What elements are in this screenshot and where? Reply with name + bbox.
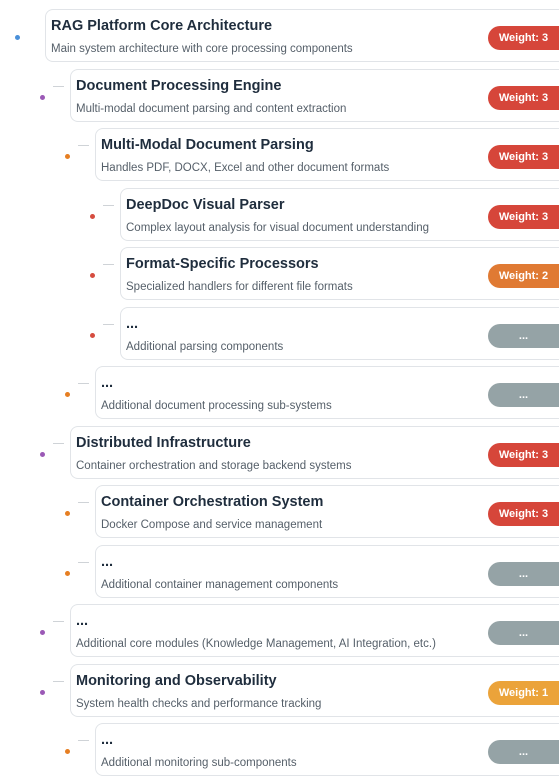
node-description: Complex layout analysis for visual docum… <box>126 221 429 234</box>
level-3-dot <box>90 273 95 278</box>
node-title: Document Processing Engine <box>76 77 282 94</box>
node-title: ... <box>101 732 114 748</box>
weight-badge: Weight: 3 <box>488 26 559 50</box>
tree-node-card[interactable]: Container Orchestration System Docker Com… <box>95 485 559 538</box>
level-3-dot <box>90 213 95 219</box>
node-description: Additional parsing components <box>126 340 284 353</box>
tree-connector <box>103 323 114 325</box>
tree-node-card[interactable]: Document Processing Engine Multi-modal do… <box>70 68 559 122</box>
node-title: RAG Platform Core Architecture <box>51 18 273 34</box>
level-1-dot <box>40 689 45 695</box>
node-title: ... <box>76 613 89 629</box>
weight-badge: Weight: 3 <box>488 502 559 526</box>
node-title: Monitoring and Observability <box>76 672 277 689</box>
tree-connector <box>78 502 89 503</box>
level-2-dot <box>65 154 70 159</box>
more-badge: ... <box>488 621 559 645</box>
more-badge: ... <box>488 323 559 348</box>
tree-node-card[interactable]: ... Additional monitoring sub-components.… <box>95 723 559 776</box>
more-badge: ... <box>488 383 559 407</box>
tree-node-card[interactable]: ... Additional core modules (Knowledge Ma… <box>70 604 559 657</box>
node-title: Multi-Modal Document Parsing <box>101 137 314 153</box>
node-title: Container Orchestration System <box>101 494 324 510</box>
node-description: Handles PDF, DOCX, Excel and other docum… <box>101 162 390 174</box>
tree-connector <box>103 204 114 206</box>
weight-badge: Weight: 3 <box>488 442 559 467</box>
node-title: DeepDoc Visual Parser <box>126 196 285 213</box>
level-1-dot <box>40 451 45 457</box>
level-2-dot <box>65 570 70 576</box>
node-title: ... <box>101 553 114 570</box>
level-2-dot <box>65 511 70 516</box>
tree-connector <box>103 264 114 265</box>
node-description: Container orchestration and storage back… <box>76 459 352 472</box>
tree-connector <box>78 145 89 146</box>
weight-badge: Weight: 3 <box>488 145 559 169</box>
tree-connector <box>53 85 64 87</box>
level-1-dot <box>40 94 45 100</box>
weight-badge: Weight: 2 <box>488 264 559 288</box>
node-description: Additional document processing sub-syste… <box>101 400 332 412</box>
node-title: Distributed Infrastructure <box>76 434 251 451</box>
tree-node-card[interactable]: Distributed Infrastructure Container orch… <box>70 425 559 479</box>
tree-connector <box>53 442 64 444</box>
tree-node-card[interactable]: ... Additional container management compo… <box>95 544 559 598</box>
level-1-dot <box>40 630 45 635</box>
tree-node-card[interactable]: Multi-Modal Document Parsing Handles PDF,… <box>95 128 559 181</box>
node-title: ... <box>126 315 139 332</box>
weight-badge: Weight: 1 <box>488 680 559 705</box>
tree-connector <box>53 621 64 622</box>
node-description: Additional monitoring sub-components <box>101 757 297 769</box>
node-title: Format-Specific Processors <box>126 256 319 272</box>
node-description: System health checks and performance tra… <box>76 697 322 710</box>
tree-node-card[interactable]: Format-Specific Processors Specialized ha… <box>120 247 559 300</box>
tree-connector <box>78 383 89 384</box>
tree-node-card[interactable]: RAG Platform Core Architecture Main syste… <box>45 9 559 62</box>
more-badge: ... <box>488 740 559 764</box>
level-0-dot <box>15 35 20 40</box>
tree-connector <box>53 680 64 682</box>
node-description: Multi-modal document parsing and content… <box>76 102 347 115</box>
weight-badge: Weight: 3 <box>488 204 559 229</box>
more-badge: ... <box>488 561 559 586</box>
node-title: ... <box>101 375 114 391</box>
tree-node-card[interactable]: ... Additional document processing sub-sy… <box>95 366 559 419</box>
node-description: Main system architecture with core proce… <box>51 43 353 55</box>
level-2-dot <box>65 749 70 754</box>
node-description: Specialized handlers for different file … <box>126 281 353 293</box>
architecture-tree: RAG Platform Core Architecture Main syste… <box>0 0 559 776</box>
tree-connector <box>78 740 89 741</box>
tree-node-card[interactable]: Monitoring and Observability System healt… <box>70 663 559 717</box>
node-description: Additional container management componen… <box>101 578 339 591</box>
node-description: Additional core modules (Knowledge Manag… <box>76 638 436 650</box>
node-description: Docker Compose and service management <box>101 519 323 531</box>
level-2-dot <box>65 392 70 397</box>
level-3-dot <box>90 332 95 338</box>
tree-node-card[interactable]: ... Additional parsing components... <box>120 306 559 360</box>
tree-connector <box>78 561 89 563</box>
weight-badge: Weight: 3 <box>488 85 559 110</box>
tree-node-card[interactable]: DeepDoc Visual Parser Complex layout anal… <box>120 187 559 241</box>
